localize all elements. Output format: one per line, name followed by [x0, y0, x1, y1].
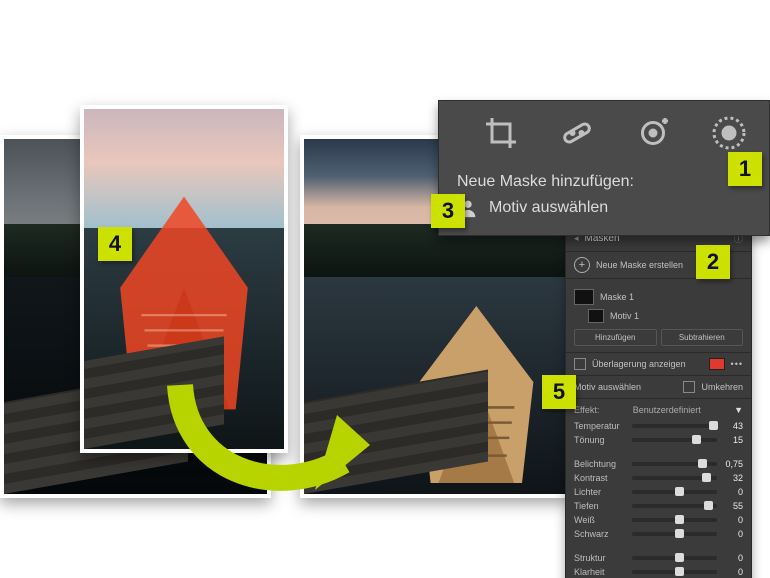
callout-5: 5	[542, 375, 576, 409]
callout-4: 4	[98, 227, 132, 261]
slider-struktur[interactable]: Struktur0	[574, 553, 743, 563]
select-subject-option[interactable]: Motiv auswählen	[457, 197, 751, 219]
callout-2: 2	[696, 245, 730, 279]
mask-subitem-1[interactable]: Motiv 1	[574, 309, 743, 323]
redeye-icon[interactable]	[635, 115, 671, 151]
crop-icon[interactable]	[483, 115, 519, 151]
add-button[interactable]: Hinzufügen	[574, 329, 657, 346]
mask-item-1[interactable]: Maske 1	[574, 289, 743, 305]
mask-toolbar: Neue Maske hinzufügen: Motiv auswählen	[438, 100, 770, 236]
slider-belichtung[interactable]: Belichtung0,75	[574, 459, 743, 469]
masking-icon[interactable]	[711, 115, 747, 151]
subtract-button[interactable]: Subtrahieren	[661, 329, 744, 346]
overlay-checkbox[interactable]	[574, 358, 586, 370]
preset-dropdown[interactable]: ▼	[734, 405, 743, 415]
slider-schwarz[interactable]: Schwarz0	[574, 529, 743, 539]
invert-checkbox[interactable]	[683, 381, 695, 393]
callout-3: 3	[431, 194, 465, 228]
slider-weiß[interactable]: Weiß0	[574, 515, 743, 525]
overlay-label: Überlagerung anzeigen	[592, 359, 703, 369]
slider-kontrast[interactable]: Kontrast32	[574, 473, 743, 483]
overlay-options[interactable]: •••	[731, 359, 743, 369]
overlay-color-swatch[interactable]	[709, 358, 725, 370]
slider-tönung[interactable]: Tönung15	[574, 435, 743, 445]
effect-preset[interactable]: Benutzerdefiniert	[633, 405, 701, 415]
new-mask-title: Neue Maske hinzufügen:	[457, 173, 751, 191]
healing-icon[interactable]	[559, 115, 595, 151]
slider-tiefen[interactable]: Tiefen55	[574, 501, 743, 511]
select-motif-label: Motiv auswählen	[574, 382, 677, 392]
slider-lichter[interactable]: Lichter0	[574, 487, 743, 497]
select-subject-label: Motiv auswählen	[489, 199, 608, 217]
slider-klarheit[interactable]: Klarheit0	[574, 567, 743, 577]
callout-1: 1	[728, 152, 762, 186]
plus-icon: +	[574, 257, 590, 273]
transition-arrow	[165, 375, 375, 510]
slider-temperatur[interactable]: Temperatur43	[574, 421, 743, 431]
